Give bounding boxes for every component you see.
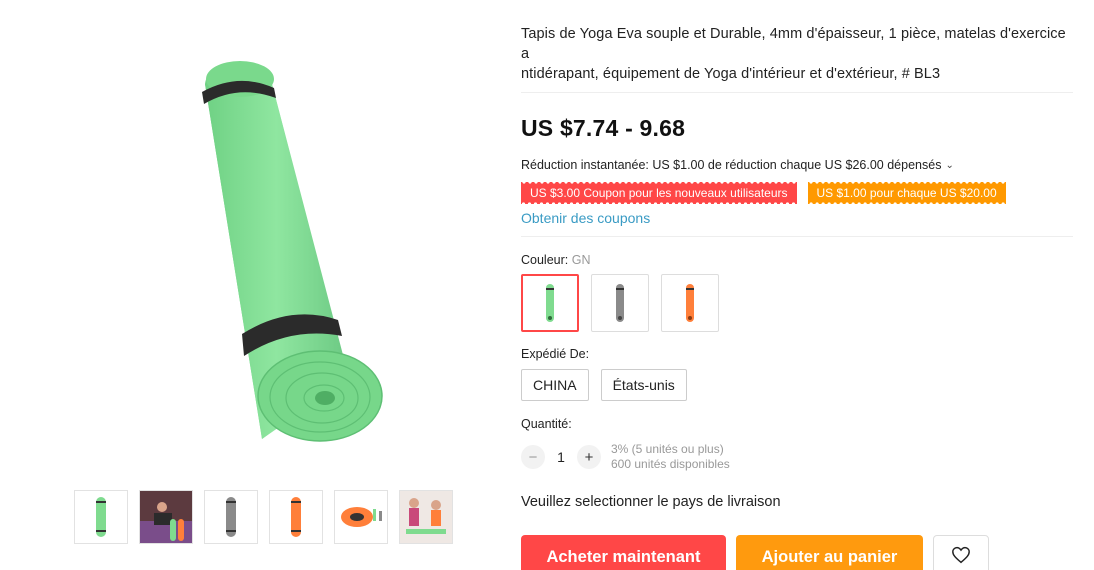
thumbnail-mat-roll-end[interactable] [334,490,388,544]
product-info-panel: Tapis de Yoga Eva souple et Durable, 4mm… [521,24,1073,570]
chevron-down-icon[interactable]: ⌄ [945,160,953,171]
swatch-orange[interactable] [661,274,719,332]
selected-color-value: GN [571,253,591,267]
quantity-stepper: − 1 + 3% (5 unités ou plus) 600 unités d… [521,442,1073,472]
thumbnail-orange-mat[interactable] [269,490,323,544]
quantity-value[interactable]: 1 [545,449,577,465]
swatch-gray[interactable] [591,274,649,332]
color-label-text: Couleur: [521,253,569,267]
get-coupons-link[interactable]: Obtenir des coupons [521,210,1073,226]
wishlist-button[interactable] [933,535,989,570]
stock-available: 600 unités disponibles [611,457,730,471]
main-product-image[interactable] [160,34,420,454]
product-gallery [60,14,480,554]
bulk-discount-note: 3% (5 unités ou plus) [611,442,724,456]
thumbnail-green-mat[interactable] [74,490,128,544]
thumbnail-people-photo[interactable] [399,490,453,544]
product-price: US $7.74 - 9.68 [521,115,686,141]
thumbnail-lifestyle-photo[interactable] [139,490,193,544]
quantity-info: 3% (5 unités ou plus) 600 unités disponi… [611,442,730,472]
product-title-line-2: ntidérapant, équipement de Yoga d'intéri… [521,66,941,82]
product-title-line-1: Tapis de Yoga Eva souple et Durable, 4mm… [521,26,1066,62]
quantity-increment-button[interactable]: + [577,445,601,469]
product-title: Tapis de Yoga Eva souple et Durable, 4mm… [521,24,1073,84]
swatch-green[interactable] [521,274,579,332]
quantity-label: Quantité: [521,417,572,431]
heart-icon [951,546,971,569]
buy-now-button[interactable]: Acheter maintenant [521,535,726,570]
ship-from-label: Expédié De: [521,347,590,361]
ship-from-china-button[interactable]: CHINA [521,369,589,401]
instant-discount-text: Réduction instantanée: US $1.00 de réduc… [521,158,942,172]
thumbnail-strip [74,490,453,544]
divider [521,236,1073,237]
purchase-actions: Acheter maintenant Ajouter au panier [521,535,1073,570]
ship-from-us-button[interactable]: États-unis [600,369,687,401]
coupon-badges: US $3.00 Coupon pour les nouveaux utilis… [521,182,1073,204]
add-to-cart-button[interactable]: Ajouter au panier [736,535,923,570]
thumbnail-gray-mat[interactable] [204,490,258,544]
color-label: Couleur: GN [521,253,1073,267]
color-swatches [521,274,1073,332]
ship-from-options: CHINA États-unis [521,369,1073,401]
delivery-country-note: Veuillez selectionner le pays de livrais… [521,494,781,510]
coupon-new-user[interactable]: US $3.00 Coupon pour les nouveaux utilis… [521,182,797,204]
coupon-per-spend[interactable]: US $1.00 pour chaque US $20.00 [807,182,1006,204]
divider [521,92,1073,93]
quantity-decrement-button[interactable]: − [521,445,545,469]
instant-discount[interactable]: Réduction instantanée: US $1.00 de réduc… [521,158,1073,172]
